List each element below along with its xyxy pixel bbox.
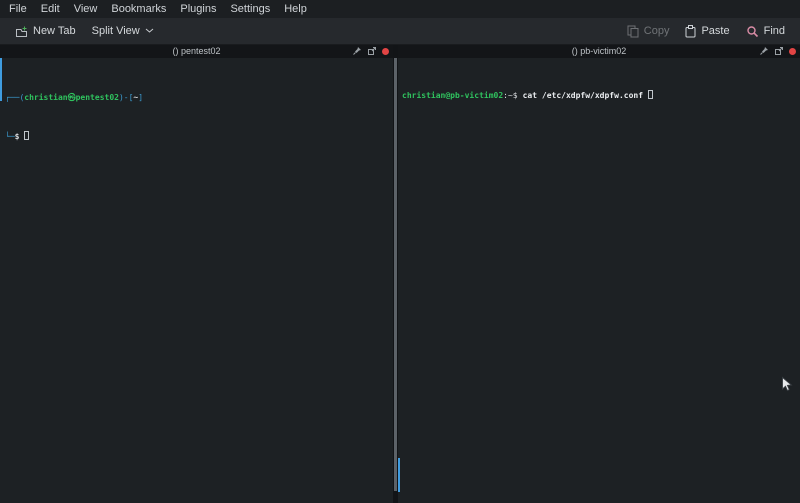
prompt-frame: ]: [138, 93, 143, 102]
terminal-cursor: [24, 131, 29, 140]
copy-icon: [627, 25, 639, 38]
prompt-frame: )-[: [119, 93, 133, 102]
new-tab-icon: [15, 25, 28, 38]
copy-button[interactable]: Copy: [620, 22, 677, 41]
menubar: File Edit View Bookmarks Plugins Setting…: [0, 0, 800, 18]
pane-header-actions: [352, 45, 389, 58]
prompt-line-2: └─$: [5, 130, 393, 143]
pane-title: () pentest02: [0, 45, 393, 58]
split-view-button[interactable]: Split View: [85, 22, 161, 40]
copy-label: Copy: [644, 25, 670, 37]
split-divider-handle[interactable]: [394, 58, 397, 491]
find-icon: [746, 25, 759, 38]
command-text: cat /etc/xdpfw/xdpfw.conf: [523, 91, 643, 100]
pane-header-actions: [759, 45, 796, 58]
close-pane-button[interactable]: [789, 48, 796, 55]
prompt-user-host: christian@pb-victim02: [402, 91, 503, 100]
menu-view[interactable]: View: [67, 0, 105, 18]
split-view-label: Split View: [92, 25, 140, 37]
terminal-pane-pb-victim02: () pb-victim02 christian@pb-victim02:~$c…: [398, 45, 800, 503]
new-tab-button[interactable]: New Tab: [8, 22, 83, 41]
prompt-symbol: $: [15, 132, 20, 141]
menu-file[interactable]: File: [2, 0, 34, 18]
menu-help[interactable]: Help: [277, 0, 314, 18]
chevron-down-icon: [145, 28, 154, 34]
paste-icon: [685, 25, 696, 38]
scrollbar-thumb[interactable]: [398, 458, 400, 492]
prompt-suffix: :~$: [503, 91, 517, 100]
prompt-user-host: christian㉿pentest02: [24, 93, 119, 102]
menu-edit[interactable]: Edit: [34, 0, 67, 18]
find-button[interactable]: Find: [739, 22, 792, 41]
toolbar: New Tab Split View Copy Paste Find: [0, 18, 800, 45]
pane-header-pentest02[interactable]: () pentest02: [0, 45, 393, 58]
terminal-screen-pentest02[interactable]: ┌──(christian㉿pentest02)-[~] └─$: [0, 58, 393, 503]
prompt-frame: ┌──(: [5, 93, 24, 102]
terminal-cursor: [648, 90, 653, 99]
menu-bookmarks[interactable]: Bookmarks: [104, 0, 173, 18]
close-pane-button[interactable]: [382, 48, 389, 55]
konsole-window: File Edit View Bookmarks Plugins Setting…: [0, 0, 800, 503]
terminal-screen-pb-victim02[interactable]: christian@pb-victim02:~$ cat /etc/xdpfw/x…: [398, 58, 800, 503]
pane-title: () pb-victim02: [398, 45, 800, 58]
paste-label: Paste: [701, 25, 729, 37]
menu-plugins[interactable]: Plugins: [173, 0, 223, 18]
prompt-line-1: ┌──(christian㉿pentest02)-[~]: [5, 91, 393, 104]
menu-settings[interactable]: Settings: [223, 0, 277, 18]
new-tab-label: New Tab: [33, 25, 76, 37]
scrollbar-thumb[interactable]: [0, 58, 2, 101]
split-container: () pentest02 ┌──(christian㉿pentest02)-[~…: [0, 45, 800, 503]
paste-button[interactable]: Paste: [678, 22, 736, 41]
pane-header-pb-victim02[interactable]: () pb-victim02: [398, 45, 800, 58]
terminal-pane-pentest02: () pentest02 ┌──(christian㉿pentest02)-[~…: [0, 45, 393, 503]
prompt-frame: └─: [5, 132, 15, 141]
find-label: Find: [764, 25, 785, 37]
prompt-line: christian@pb-victim02:~$ cat /etc/xdpfw/x…: [402, 89, 800, 102]
